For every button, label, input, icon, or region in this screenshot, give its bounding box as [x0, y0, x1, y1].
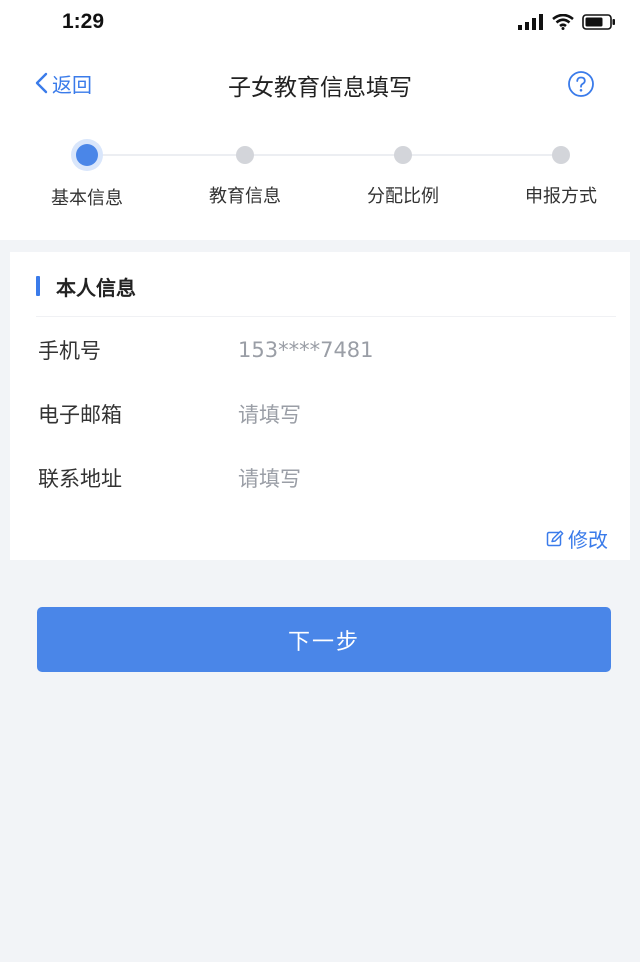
address-row[interactable]: 联系地址 请填写 [38, 458, 598, 498]
address-label: 联系地址 [38, 467, 122, 491]
divider [36, 316, 616, 317]
email-field[interactable]: 请填写 [238, 399, 301, 429]
address-field[interactable]: 请填写 [238, 463, 301, 493]
section-title: 本人信息 [56, 275, 136, 300]
edit-icon [546, 530, 564, 546]
phone-label: 手机号 [38, 339, 101, 363]
email-label: 电子邮箱 [38, 403, 122, 427]
step-dot [552, 146, 570, 164]
edit-label: 修改 [568, 528, 608, 552]
step-label: 申报方式 [525, 186, 597, 207]
help-icon[interactable] [567, 70, 595, 98]
step-dot [394, 146, 412, 164]
step-allocation-ratio[interactable]: 分配比例 [343, 144, 463, 208]
screen: 1:29 返回 子女教育信息填写 基本信息 教育信息 分配比例 申报方式 本人信… [0, 0, 640, 962]
next-step-button[interactable]: 下一步 [37, 607, 611, 672]
nav-bar: 返回 子女教育信息填写 [0, 44, 640, 122]
wifi-icon [552, 14, 574, 30]
step-label: 基本信息 [51, 188, 123, 209]
step-basic-info[interactable]: 基本信息 [27, 144, 147, 210]
section-accent-bar [36, 276, 40, 296]
phone-row: 手机号 153****7481 [38, 330, 598, 370]
step-track [88, 154, 562, 156]
email-row[interactable]: 电子邮箱 请填写 [38, 394, 598, 434]
step-dot [236, 146, 254, 164]
status-time: 1:29 [62, 10, 105, 33]
step-label: 教育信息 [209, 186, 281, 207]
personal-info-card: 本人信息 手机号 153****7481 电子邮箱 请填写 联系地址 请填写 修… [10, 252, 630, 560]
status-icons [518, 12, 616, 32]
edit-button[interactable]: 修改 [546, 524, 608, 553]
step-declaration-method[interactable]: 申报方式 [501, 144, 621, 208]
section-header: 本人信息 [36, 274, 136, 300]
step-education-info[interactable]: 教育信息 [185, 144, 305, 208]
phone-value: 153****7481 [238, 338, 374, 362]
step-label: 分配比例 [367, 186, 439, 207]
step-indicator: 基本信息 教育信息 分配比例 申报方式 [0, 122, 640, 240]
step-dot-active [76, 144, 98, 166]
page-title: 子女教育信息填写 [228, 75, 412, 101]
status-bar: 1:29 [0, 0, 640, 44]
battery-icon [582, 14, 615, 30]
signal-icon [518, 14, 543, 30]
